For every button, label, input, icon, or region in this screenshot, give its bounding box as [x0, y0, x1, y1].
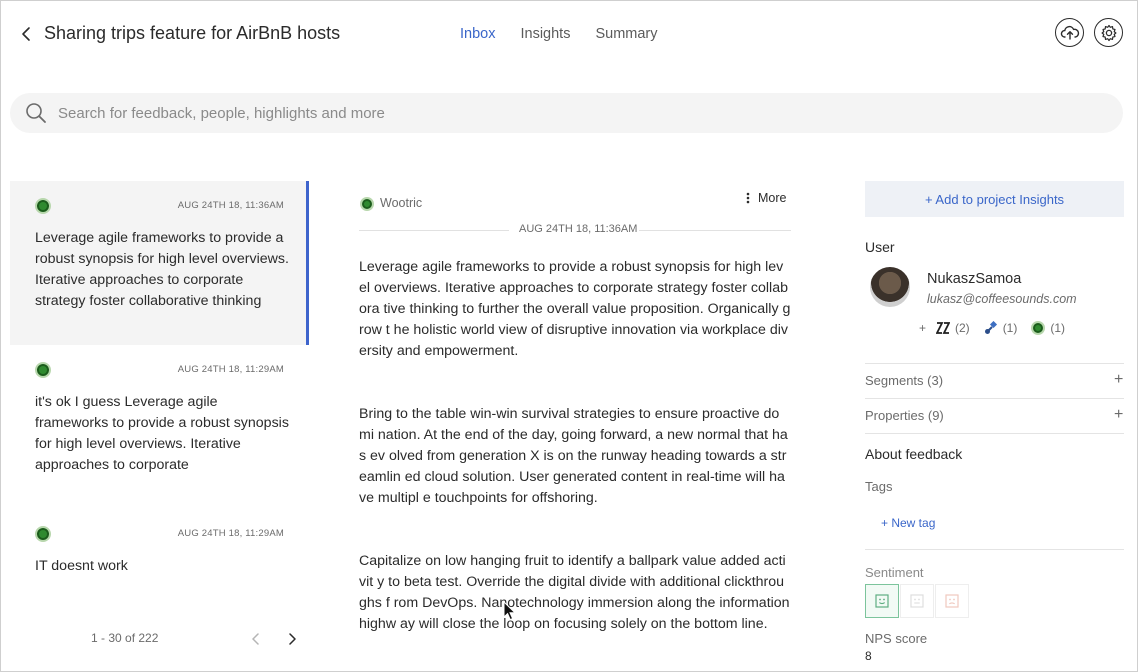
new-tag-button[interactable]: + New tag — [881, 516, 935, 530]
list-item[interactable]: AUG 24TH 18, 11:36AM Leverage agile fram… — [10, 181, 309, 345]
sad-face-icon — [945, 594, 959, 608]
tags-label: Tags — [865, 479, 893, 494]
item-text: Leverage agile frameworks to provide a r… — [35, 230, 289, 309]
happy-face-icon — [875, 594, 889, 608]
chevron-left-icon — [252, 633, 259, 645]
expand-properties-icon[interactable]: + — [1114, 406, 1123, 424]
add-to-insights-button[interactable]: + Add to project Insights — [865, 181, 1124, 217]
wootric-icon — [1031, 321, 1046, 335]
divider — [865, 549, 1124, 550]
list-item[interactable]: AUG 24TH 18, 11:29AM IT doesnt work — [10, 509, 306, 609]
integrations-row: + (2) (1) (1) — [919, 321, 1075, 335]
sentiment-positive-button[interactable] — [865, 584, 899, 618]
more-vertical-icon — [746, 192, 750, 204]
search-bar — [10, 93, 1123, 133]
sentiment-negative-button[interactable] — [935, 584, 969, 618]
settings-button[interactable] — [1094, 18, 1123, 47]
intercom-count: (1) — [1002, 321, 1018, 335]
feedback-paragraph: Leverage agile frameworks to provide a r… — [359, 259, 791, 359]
wootric-source-icon — [360, 197, 374, 211]
feedback-paragraph: Bring to the table win-win survival stra… — [359, 406, 788, 506]
zendesk-icon — [936, 322, 951, 334]
pagination-label: 1 - 30 of 222 — [91, 631, 159, 645]
divider — [865, 363, 1124, 364]
user-section-label: User — [865, 239, 895, 255]
satellite-icon — [984, 321, 997, 334]
search-input[interactable] — [58, 93, 1098, 133]
wootric-source-icon — [35, 526, 51, 542]
more-button[interactable]: More — [746, 191, 786, 205]
wootric-source-icon — [35, 198, 51, 214]
nps-score-value: 8 — [865, 649, 872, 663]
add-integration-button[interactable]: + — [919, 321, 926, 335]
upload-button[interactable] — [1055, 18, 1084, 47]
wootric-source-icon — [35, 362, 51, 378]
tab-insights[interactable]: Insights — [520, 26, 570, 42]
cloud-upload-icon — [1060, 25, 1079, 40]
sentiment-neutral-button[interactable] — [900, 584, 934, 618]
selected-indicator — [306, 181, 309, 345]
item-text: IT doesnt work — [35, 558, 128, 574]
item-timestamp: AUG 24TH 18, 11:29AM — [177, 528, 284, 539]
divider-line — [639, 230, 791, 231]
wootric-count: (1) — [1050, 321, 1066, 335]
zendesk-integration[interactable]: (2) — [936, 321, 970, 335]
feedback-source: Wootric — [380, 196, 423, 210]
user-name: NukaszSamoa — [927, 271, 1022, 287]
search-icon — [26, 103, 46, 123]
item-timestamp: AUG 24TH 18, 11:36AM — [177, 200, 284, 211]
divider-line — [359, 230, 509, 231]
neutral-face-icon — [910, 594, 924, 608]
back-arrow-icon[interactable] — [15, 23, 37, 45]
expand-segments-icon[interactable]: + — [1114, 371, 1123, 389]
wootric-integration[interactable]: (1) — [1031, 321, 1065, 335]
list-item[interactable]: AUG 24TH 18, 11:29AM it's ok I guess Lev… — [10, 345, 306, 509]
chevron-right-icon — [289, 633, 296, 645]
tab-summary[interactable]: Summary — [595, 26, 657, 42]
properties-toggle[interactable]: Properties (9) — [865, 408, 944, 423]
more-label: More — [758, 191, 787, 205]
page-title: Sharing trips feature for AirBnB hosts — [44, 23, 341, 43]
nps-score-label: NPS score — [865, 631, 928, 646]
sentiment-label: Sentiment — [865, 565, 924, 580]
header: Sharing trips feature for AirBnB hosts I… — [1, 1, 1137, 67]
tab-inbox[interactable]: Inbox — [460, 26, 495, 42]
avatar — [870, 267, 910, 307]
feedback-paragraph: Capitalize on low hanging fruit to ident… — [359, 553, 790, 632]
gear-icon — [1101, 24, 1116, 41]
intercom-integration[interactable]: (1) — [984, 321, 1018, 335]
date-divider: AUG 24TH 18, 11:36AM — [359, 223, 791, 237]
item-timestamp: AUG 24TH 18, 11:29AM — [177, 364, 284, 375]
item-text: it's ok I guess Leverage agile framework… — [35, 394, 289, 473]
segments-toggle[interactable]: Segments (3) — [865, 373, 943, 388]
mouse-pointer-icon — [503, 601, 517, 621]
tab-bar: Inbox Insights Summary — [460, 26, 658, 42]
feedback-list: AUG 24TH 18, 11:36AM Leverage agile fram… — [10, 181, 310, 609]
user-email: lukasz@coffeesounds.com — [927, 292, 1077, 306]
feedback-date: AUG 24TH 18, 11:36AM — [515, 223, 642, 235]
zendesk-count: (2) — [955, 321, 970, 335]
divider — [865, 398, 1124, 399]
previous-page-button[interactable] — [248, 631, 264, 647]
divider — [865, 433, 1124, 434]
about-feedback-heading: About feedback — [865, 446, 963, 462]
next-page-button[interactable] — [284, 631, 300, 647]
